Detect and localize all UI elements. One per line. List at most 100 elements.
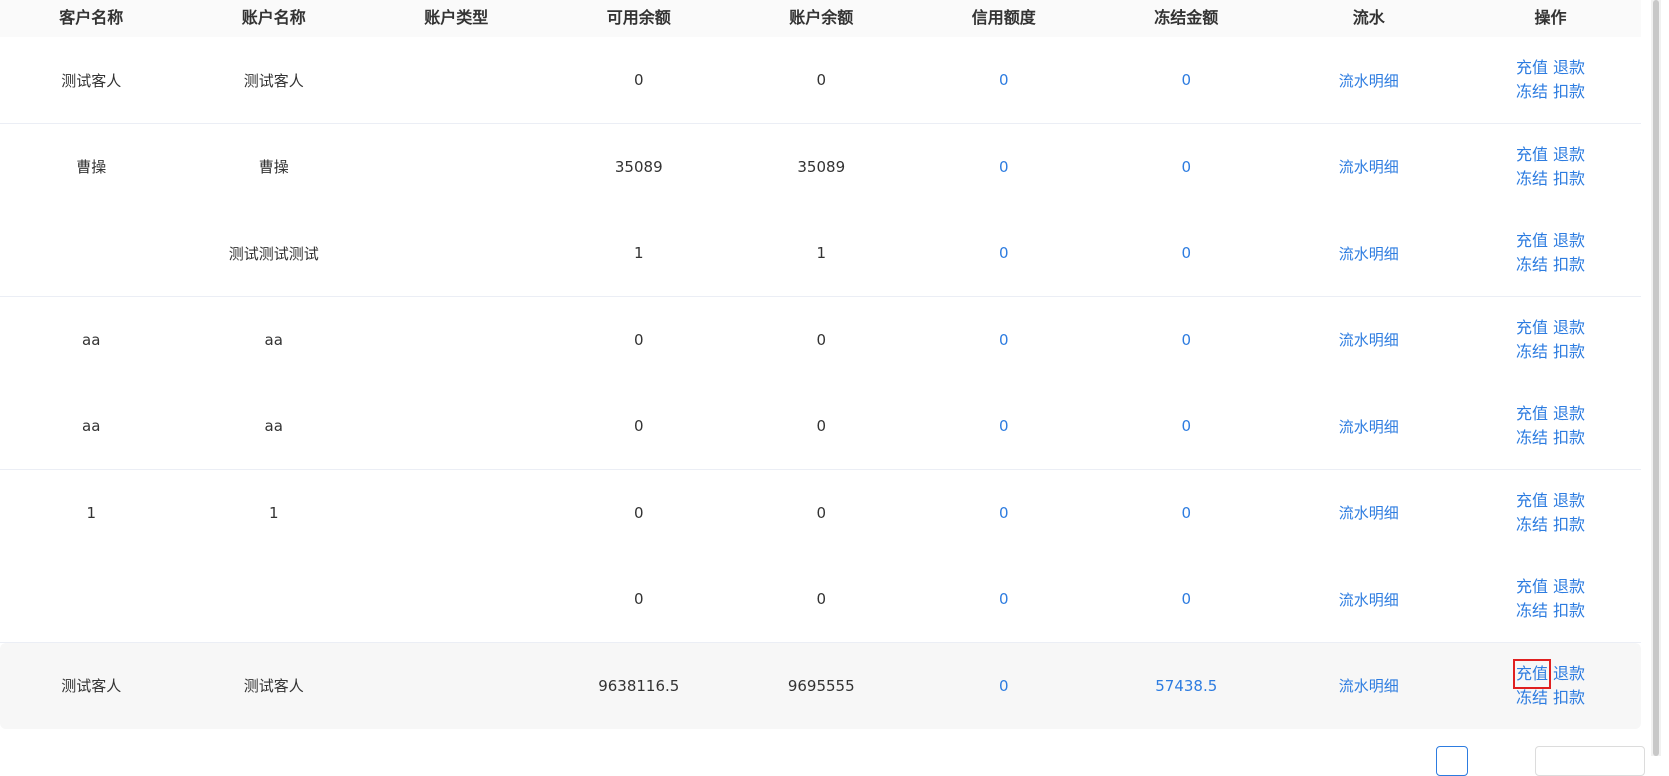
cell-frozen-amount[interactable]: 0 xyxy=(1095,417,1278,435)
refund-link[interactable]: 退款 xyxy=(1553,575,1585,599)
pagination-page-button[interactable] xyxy=(1436,746,1468,776)
cell-available-balance: 9638116.5 xyxy=(598,676,680,695)
header-credit-limit: 信用额度 xyxy=(971,7,1036,27)
cell-credit-limit[interactable]: 0 xyxy=(913,244,1096,262)
cell-operations: 充值 退款 冻结 扣款 xyxy=(1460,489,1641,537)
recharge-link[interactable]: 充值 xyxy=(1516,143,1548,167)
refund-link[interactable]: 退款 xyxy=(1553,489,1585,513)
freeze-link[interactable]: 冻结 xyxy=(1516,599,1548,623)
header-available-balance: 可用余额 xyxy=(606,7,671,27)
cell-credit-limit[interactable]: 0 xyxy=(913,590,1096,608)
cell-frozen-amount[interactable]: 0 xyxy=(1095,158,1278,176)
flow-detail-link[interactable]: 流水明细 xyxy=(1278,416,1461,437)
cell-account-name: 1 xyxy=(268,503,279,522)
freeze-link[interactable]: 冻结 xyxy=(1516,513,1548,537)
deduct-link[interactable]: 扣款 xyxy=(1553,599,1585,623)
cell-operations: 充值 退款 冻结 扣款 xyxy=(1460,143,1641,191)
cell-operations: 充值 退款 冻结 扣款 xyxy=(1460,575,1641,623)
cell-credit-limit[interactable]: 0 xyxy=(913,677,1096,695)
recharge-link[interactable]: 充值 xyxy=(1516,316,1548,340)
cell-available-balance: 0 xyxy=(633,417,644,435)
cell-account-name: aa xyxy=(264,417,283,435)
cell-account-balance: 9695555 xyxy=(787,676,855,695)
recharge-link[interactable]: 充值 xyxy=(1516,575,1548,599)
header-customer-name: 客户名称 xyxy=(59,7,124,27)
header-flow: 流水 xyxy=(1352,7,1385,27)
cell-credit-limit[interactable]: 0 xyxy=(913,331,1096,349)
refund-link[interactable]: 退款 xyxy=(1553,229,1585,253)
flow-detail-link[interactable]: 流水明细 xyxy=(1278,243,1461,264)
refund-link[interactable]: 退款 xyxy=(1553,56,1585,80)
table-row: 测试客人 测试客人 9638116.5 9695555 0 57438.5 流水明细 充值 退款… xyxy=(0,642,1641,729)
pagination-jump-input[interactable] xyxy=(1535,746,1645,776)
cell-account-name: aa xyxy=(264,330,283,349)
deduct-link[interactable]: 扣款 xyxy=(1553,686,1585,710)
cell-frozen-amount[interactable]: 0 xyxy=(1095,504,1278,522)
recharge-link[interactable]: 充值 xyxy=(1516,489,1548,513)
cell-account-balance: 35089 xyxy=(797,157,846,176)
cell-frozen-amount[interactable]: 0 xyxy=(1095,590,1278,608)
table-header: 客户名称 账户名称 账户类型 可用余额 账户余额 信用额度 冻结金额 流水 操作 xyxy=(0,0,1641,38)
cell-account-balance: 1 xyxy=(816,244,827,262)
table-row: 测试客人 测试客人 0 0 0 0 流水明细 充值 退款 冻结 扣款 xyxy=(0,37,1641,124)
refund-link[interactable]: 退款 xyxy=(1553,143,1585,167)
recharge-link[interactable]: 充值 xyxy=(1516,56,1548,80)
flow-detail-link[interactable]: 流水明细 xyxy=(1278,589,1461,610)
account-table: 客户名称 账户名称 账户类型 可用余额 账户余额 信用额度 冻结金额 流水 操作… xyxy=(0,0,1641,756)
recharge-link[interactable]: 充值 xyxy=(1516,229,1548,253)
freeze-link[interactable]: 冻结 xyxy=(1516,686,1548,710)
table-row: aa aa 0 0 0 0 流水明细 充值 退款 冻结 扣款 xyxy=(0,296,1641,384)
header-operations: 操作 xyxy=(1534,7,1567,27)
cell-frozen-amount[interactable]: 57438.5 xyxy=(1095,677,1278,695)
flow-detail-link[interactable]: 流水明细 xyxy=(1278,70,1461,91)
cell-operations: 充值 退款 冻结 扣款 xyxy=(1460,316,1641,364)
deduct-link[interactable]: 扣款 xyxy=(1553,340,1585,364)
cell-customer-name: aa xyxy=(82,330,101,349)
flow-detail-link[interactable]: 流水明细 xyxy=(1278,502,1461,523)
refund-link[interactable]: 退款 xyxy=(1553,662,1585,686)
deduct-link[interactable]: 扣款 xyxy=(1553,253,1585,277)
header-account-name: 账户名称 xyxy=(241,7,306,27)
cell-account-balance: 0 xyxy=(816,417,827,435)
cell-credit-limit[interactable]: 0 xyxy=(913,71,1096,89)
cell-frozen-amount[interactable]: 0 xyxy=(1095,244,1278,262)
cell-available-balance: 0 xyxy=(633,503,644,522)
cell-credit-limit[interactable]: 0 xyxy=(913,417,1096,435)
cell-account-name: 测试测试测试 xyxy=(228,244,319,263)
freeze-link[interactable]: 冻结 xyxy=(1516,167,1548,191)
cell-credit-limit[interactable]: 0 xyxy=(913,504,1096,522)
table-row: 0 0 0 0 流水明细 充值 退款 冻结 扣款 xyxy=(0,556,1641,643)
cell-account-balance: 0 xyxy=(816,590,827,608)
freeze-link[interactable]: 冻结 xyxy=(1516,426,1548,450)
freeze-link[interactable]: 冻结 xyxy=(1516,253,1548,277)
cell-credit-limit[interactable]: 0 xyxy=(913,158,1096,176)
cell-available-balance: 0 xyxy=(633,590,644,608)
cell-available-balance: 0 xyxy=(633,71,644,89)
deduct-link[interactable]: 扣款 xyxy=(1553,513,1585,537)
table-row: 曹操 曹操 35089 35089 0 0 流水明细 充值 退款 冻结 扣款 xyxy=(0,123,1641,211)
cell-available-balance: 35089 xyxy=(614,157,663,176)
cell-customer-name: 曹操 xyxy=(76,158,107,176)
cell-customer-name: 1 xyxy=(86,503,97,522)
cell-frozen-amount[interactable]: 0 xyxy=(1095,331,1278,349)
flow-detail-link[interactable]: 流水明细 xyxy=(1278,329,1461,350)
cell-available-balance: 0 xyxy=(633,330,644,349)
scrollbar-thumb[interactable] xyxy=(1653,0,1659,756)
freeze-link[interactable]: 冻结 xyxy=(1516,340,1548,364)
cell-account-balance: 0 xyxy=(816,71,827,89)
recharge-link[interactable]: 充值 xyxy=(1516,402,1548,426)
cell-operations: 充值 退款 冻结 扣款 xyxy=(1460,56,1641,104)
table-row: 1 1 0 0 0 0 流水明细 充值 退款 冻结 扣款 xyxy=(0,469,1641,557)
refund-link[interactable]: 退款 xyxy=(1553,316,1585,340)
deduct-link[interactable]: 扣款 xyxy=(1553,80,1585,104)
flow-detail-link[interactable]: 流水明细 xyxy=(1278,675,1461,696)
deduct-link[interactable]: 扣款 xyxy=(1553,167,1585,191)
recharge-link[interactable]: 充值 xyxy=(1512,658,1552,689)
flow-detail-link[interactable]: 流水明细 xyxy=(1278,156,1461,177)
deduct-link[interactable]: 扣款 xyxy=(1553,426,1585,450)
cell-frozen-amount[interactable]: 0 xyxy=(1095,71,1278,89)
refund-link[interactable]: 退款 xyxy=(1553,402,1585,426)
header-account-balance: 账户余额 xyxy=(789,7,854,27)
freeze-link[interactable]: 冻结 xyxy=(1516,80,1548,104)
cell-operations: 充值 退款 冻结 扣款 xyxy=(1460,229,1641,277)
